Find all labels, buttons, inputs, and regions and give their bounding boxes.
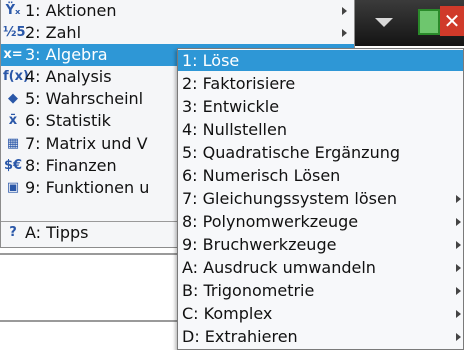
dropdown-arrow-icon[interactable] [375,18,393,27]
submenu-arrow-icon [456,241,461,249]
calculus-icon: f(x) [3,69,29,84]
submenu-item-12[interactable]: C: Komplex [178,303,463,324]
submenu-arrow-icon [456,195,461,203]
menu-item-label: 1: Aktionen [25,1,117,20]
submenu-item-label: 9: Bruchwerkzeuge [182,235,337,254]
submenu-item-1[interactable]: 1: Löse [178,50,463,71]
document-divider [0,253,205,255]
submenu-item-label: 3: Entwickle [182,97,280,116]
menu-item-label: 2: Zahl [25,23,82,42]
menu-item-label: 8: Finanzen [25,156,117,175]
submenu-item-2[interactable]: 2: Faktorisiere [178,73,463,94]
menu-item-label: A: Tipps [25,223,89,242]
submenu-item-13[interactable]: D: Extrahieren [178,326,463,347]
submenu-item-label: D: Extrahieren [182,327,298,346]
submenu-arrow-icon [456,310,461,318]
submenu-item-7[interactable]: 7: Gleichungssystem lösen [178,188,463,209]
menu-item-label: 9: Funktionen u [25,178,150,197]
submenu-item-label: A: Ausdruck umwandeln [182,258,376,277]
close-icon[interactable]: ✕ [440,6,464,36]
menu-item-label: 3: Algebra [25,45,108,64]
finance-icon: $€ [3,158,23,173]
number-icon: ½5 [3,25,26,40]
menu-item-1[interactable]: Ϋₓ 1: Aktionen [1,0,354,22]
menu-item-label: 7: Matrix und V [25,134,148,153]
matrix-icon: ▦ [6,136,20,151]
submenu-item-6[interactable]: 6: Numerisch Lösen [178,165,463,186]
submenu-item-8[interactable]: 8: Polynomwerkzeuge [178,211,463,232]
submenu-item-label: 5: Quadratische Ergänzung [182,143,400,162]
submenu-item-5[interactable]: 5: Quadratische Ergänzung [178,142,463,163]
help-icon: ? [9,225,17,240]
menu-item-2[interactable]: ½5 2: Zahl [1,22,354,44]
probability-icon: ◆ [8,91,18,106]
submenu-item-11[interactable]: B: Trigonometrie [178,280,463,301]
submenu-item-9[interactable]: 9: Bruchwerkzeuge [178,234,463,255]
submenu-item-label: 4: Nullstellen [182,120,287,139]
submenu-item-label: B: Trigonometrie [182,281,315,300]
functions-icon: ▣ [6,180,20,195]
submenu-item-10[interactable]: A: Ausdruck umwandeln [178,257,463,278]
submenu-arrow-icon [342,29,347,37]
submenu-item-label: C: Komplex [182,304,273,323]
menu-item-label: 6: Statistik [25,111,111,130]
submenu-item-label: 2: Faktorisiere [182,74,296,93]
entry-line-divider [0,320,200,322]
actions-icon: Ϋₓ [5,3,21,18]
algebra-submenu: 1: Löse 2: Faktorisiere 3: Entwickle 4: Nul… [177,48,464,350]
submenu-item-4[interactable]: 4: Nullstellen [178,119,463,140]
submenu-arrow-icon [456,333,461,341]
submenu-arrow-icon [456,218,461,226]
submenu-arrow-icon [456,287,461,295]
menu-item-label: 4: Analysis [25,67,112,86]
submenu-item-label: 1: Löse [182,51,240,70]
battery-icon [418,9,440,35]
submenu-arrow-icon [456,264,461,272]
submenu-item-label: 6: Numerisch Lösen [182,166,341,185]
statistics-icon: x̄ [8,113,18,128]
menu-item-label: 5: Wahrscheinl [25,89,144,108]
submenu-item-label: 7: Gleichungssystem lösen [182,189,397,208]
submenu-item-3[interactable]: 3: Entwickle [178,96,463,117]
submenu-item-label: 8: Polynomwerkzeuge [182,212,359,231]
submenu-arrow-icon [342,7,347,15]
algebra-icon: x= [3,47,23,62]
